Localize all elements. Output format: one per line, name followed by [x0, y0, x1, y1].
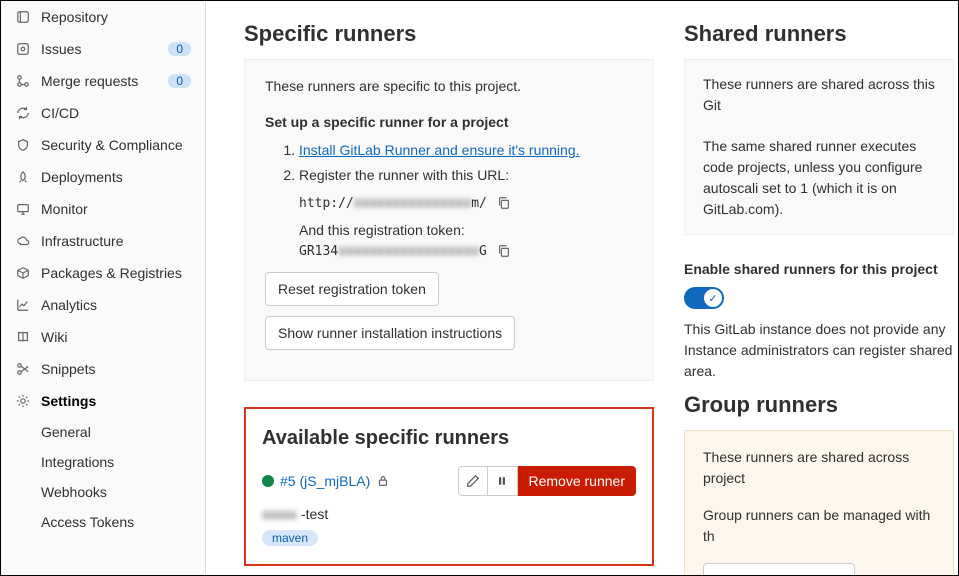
copy-url-button[interactable] — [495, 194, 513, 212]
token-label: And this registration token: — [299, 222, 633, 238]
sidebar-item-wiki[interactable]: Wiki — [1, 321, 205, 353]
merge-badge: 0 — [168, 74, 191, 88]
token-value: GR134xxxxxxxxxxxxxxxxxxG — [299, 244, 487, 259]
cicd-icon — [15, 105, 31, 121]
book-icon — [15, 329, 31, 345]
sidebar-item-snippets[interactable]: Snippets — [1, 353, 205, 385]
specific-intro: These runners are specific to this proje… — [265, 78, 633, 94]
edit-runner-button[interactable] — [458, 466, 488, 496]
disable-group-button[interactable]: Disable group runners — [703, 563, 855, 575]
runner-description: xxxxx-test — [262, 506, 636, 522]
gear-icon — [15, 393, 31, 409]
runner-tag: maven — [262, 530, 318, 546]
sidebar-item-analytics[interactable]: Analytics — [1, 289, 205, 321]
sidebar-item-packages[interactable]: Packages & Registries — [1, 257, 205, 289]
main-content: Specific runners These runners are speci… — [206, 1, 958, 575]
shared-intro: These runners are shared across this Git — [703, 74, 935, 116]
sidebar-item-monitor[interactable]: Monitor — [1, 193, 205, 225]
shared-para: The same shared runner executes code pro… — [703, 136, 935, 220]
merge-icon — [15, 73, 31, 89]
sub-item-access-tokens[interactable]: Access Tokens — [1, 507, 205, 537]
group-heading: Group runners — [684, 392, 954, 418]
issues-icon — [15, 41, 31, 57]
group-panel: These runners are shared across project … — [684, 430, 954, 575]
group-suffix: for this proje — [865, 572, 935, 575]
sub-item-integrations[interactable]: Integrations — [1, 447, 205, 477]
sidebar-item-merge[interactable]: Merge requests 0 — [1, 65, 205, 97]
lock-icon — [376, 474, 390, 488]
status-dot-icon — [262, 475, 274, 487]
copy-token-button[interactable] — [495, 242, 513, 260]
available-heading: Available specific runners — [262, 427, 636, 450]
monitor-icon — [15, 201, 31, 217]
sidebar-item-cicd[interactable]: CI/CD — [1, 97, 205, 129]
rocket-icon — [15, 169, 31, 185]
specific-panel: These runners are specific to this proje… — [244, 59, 654, 381]
sub-item-general[interactable]: General — [1, 417, 205, 447]
sidebar-item-security[interactable]: Security & Compliance — [1, 129, 205, 161]
runner-id-link[interactable]: #5 (jS_mjBLA) — [280, 473, 370, 489]
specific-heading: Specific runners — [244, 21, 654, 47]
reset-token-button[interactable]: Reset registration token — [265, 272, 439, 306]
sidebar-item-settings[interactable]: Settings — [1, 385, 205, 417]
repo-icon — [15, 9, 31, 25]
shared-toggle[interactable]: ✓ — [684, 287, 724, 309]
sidebar-item-deployments[interactable]: Deployments — [1, 161, 205, 193]
url-value: http://xxxxxxxxxxxxxxxm/ — [299, 196, 487, 211]
setup-step-1: Install GitLab Runner and ensure it's ru… — [299, 140, 633, 161]
sidebar-item-issues[interactable]: Issues 0 — [1, 33, 205, 65]
scissors-icon — [15, 361, 31, 377]
remove-runner-button[interactable]: Remove runner — [518, 466, 637, 496]
setup-title: Set up a specific runner for a project — [265, 114, 633, 130]
sidebar-item-infrastructure[interactable]: Infrastructure — [1, 225, 205, 257]
show-instructions-button[interactable]: Show runner installation instructions — [265, 316, 515, 350]
shared-toggle-label: Enable shared runners for this project — [684, 261, 954, 277]
shared-heading: Shared runners — [684, 21, 954, 47]
available-runners-box: Available specific runners #5 (jS_mjBLA)… — [244, 407, 654, 566]
setup-step-2: Register the runner with this URL: — [299, 165, 633, 186]
sidebar: Repository Issues 0 Merge requests 0 CI/… — [1, 1, 206, 575]
cloud-icon — [15, 233, 31, 249]
shared-note: This GitLab instance does not provide an… — [684, 319, 954, 382]
shield-icon — [15, 137, 31, 153]
group-manage: Group runners can be managed with th — [703, 505, 935, 547]
sidebar-item-repository[interactable]: Repository — [1, 1, 205, 33]
chart-icon — [15, 297, 31, 313]
package-icon — [15, 265, 31, 281]
install-link[interactable]: Install GitLab Runner and ensure it's ru… — [299, 142, 580, 158]
shared-panel: These runners are shared across this Git… — [684, 59, 954, 235]
issues-badge: 0 — [168, 42, 191, 56]
group-intro: These runners are shared across project — [703, 447, 935, 489]
sub-item-webhooks[interactable]: Webhooks — [1, 477, 205, 507]
check-icon: ✓ — [704, 289, 722, 307]
pause-runner-button[interactable] — [488, 466, 518, 496]
